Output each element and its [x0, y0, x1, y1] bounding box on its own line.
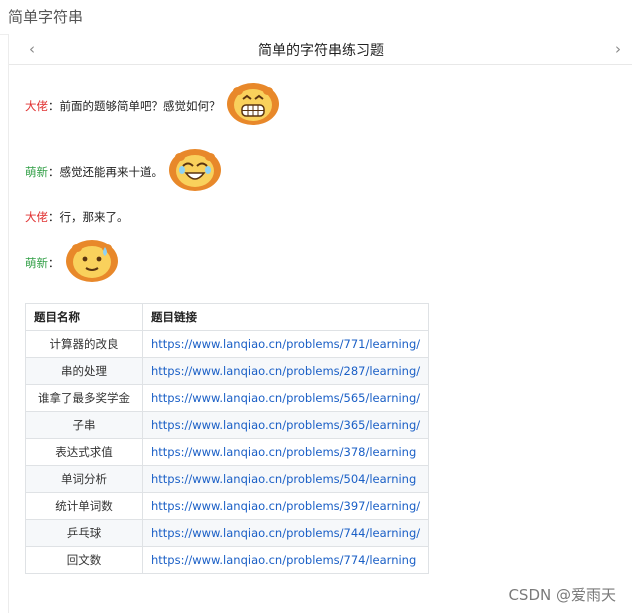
speaker-label: 萌新 — [25, 164, 48, 179]
nav-title: 简单的字符串练习题 — [258, 43, 384, 59]
lion-laugh-icon — [168, 148, 222, 195]
problem-name: 乒乓球 — [25, 519, 143, 547]
problem-name: 子串 — [25, 411, 143, 439]
problem-name: 谁拿了最多奖学金 — [25, 384, 143, 412]
problem-name: 表达式求值 — [25, 438, 143, 466]
lion-sweat-icon — [65, 239, 119, 286]
table-row: 回文数 https://www.lanqiao.cn/problems/774/… — [25, 546, 430, 574]
table-row: 统计单词数 https://www.lanqiao.cn/problems/39… — [25, 492, 430, 520]
dialogue-line: 大佬：前面的题够简单吧？感觉如何？ — [25, 82, 280, 129]
dialogue-text: 前面的题够简单吧？感觉如何？ — [59, 98, 221, 113]
problem-name: 串的处理 — [25, 357, 143, 385]
page-title: 简单字符串 — [8, 8, 84, 26]
slide-nav-bar: ‹ 简单的字符串练习题 › — [9, 34, 632, 65]
table-row: 表达式求值 https://www.lanqiao.cn/problems/37… — [25, 438, 430, 466]
watermark: CSDN @爱雨天 — [508, 586, 616, 604]
speaker-label: 萌新 — [25, 255, 48, 270]
problem-link[interactable]: https://www.lanqiao.cn/problems/744/lear… — [141, 519, 430, 547]
table-row: 单词分析 https://www.lanqiao.cn/problems/504… — [25, 465, 430, 493]
dialogue-text: 感觉还能再来十道。 — [59, 164, 164, 179]
dialogue-line: 萌新：感觉还能再来十道。 — [25, 148, 222, 195]
dialogue-text: 行，那来了。 — [59, 210, 129, 224]
table-row: 计算器的改良 https://www.lanqiao.cn/problems/7… — [25, 330, 430, 358]
content-card: ‹ 简单的字符串练习题 › 大佬：前面的题够简单吧？感觉如何？ 萌新：感觉还能再… — [8, 34, 632, 613]
column-header: 题目链接 — [141, 303, 430, 331]
speaker-label: 大佬 — [25, 210, 48, 224]
dialogue-line: 大佬：行，那来了。 — [25, 209, 129, 225]
table-row: 谁拿了最多奖学金 https://www.lanqiao.cn/problems… — [25, 384, 430, 412]
problem-link[interactable]: https://www.lanqiao.cn/problems/774/lear… — [141, 546, 430, 574]
table-row: 乒乓球 https://www.lanqiao.cn/problems/744/… — [25, 519, 430, 547]
problem-link[interactable]: https://www.lanqiao.cn/problems/565/lear… — [141, 384, 430, 412]
column-header: 题目名称 — [25, 303, 143, 331]
problem-name: 单词分析 — [25, 465, 143, 493]
problem-name: 回文数 — [25, 546, 143, 574]
chevron-right-icon[interactable]: › — [615, 40, 621, 58]
speaker-separator: ： — [48, 210, 60, 224]
problem-link[interactable]: https://www.lanqiao.cn/problems/365/lear… — [141, 411, 430, 439]
problem-link[interactable]: https://www.lanqiao.cn/problems/771/lear… — [141, 330, 430, 358]
table-row: 子串 https://www.lanqiao.cn/problems/365/l… — [25, 411, 430, 439]
table-row: 串的处理 https://www.lanqiao.cn/problems/287… — [25, 357, 430, 385]
top-header: 简单字符串 — [0, 0, 632, 35]
problem-table: 题目名称 题目链接 计算器的改良 https://www.lanqiao.cn/… — [25, 303, 430, 574]
speaker-separator: ： — [48, 98, 60, 113]
speaker-separator: ： — [48, 255, 60, 270]
problem-link[interactable]: https://www.lanqiao.cn/problems/378/lear… — [141, 438, 430, 466]
dialogue-line: 萌新： — [25, 239, 119, 286]
problem-link[interactable]: https://www.lanqiao.cn/problems/504/lear… — [141, 465, 430, 493]
speaker-separator: ： — [48, 164, 60, 179]
problem-link[interactable]: https://www.lanqiao.cn/problems/287/lear… — [141, 357, 430, 385]
problem-link[interactable]: https://www.lanqiao.cn/problems/397/lear… — [141, 492, 430, 520]
lion-grin-icon — [226, 82, 280, 129]
problem-name: 统计单词数 — [25, 492, 143, 520]
table-header-row: 题目名称 题目链接 — [25, 303, 430, 331]
problem-name: 计算器的改良 — [25, 330, 143, 358]
speaker-label: 大佬 — [25, 98, 48, 113]
